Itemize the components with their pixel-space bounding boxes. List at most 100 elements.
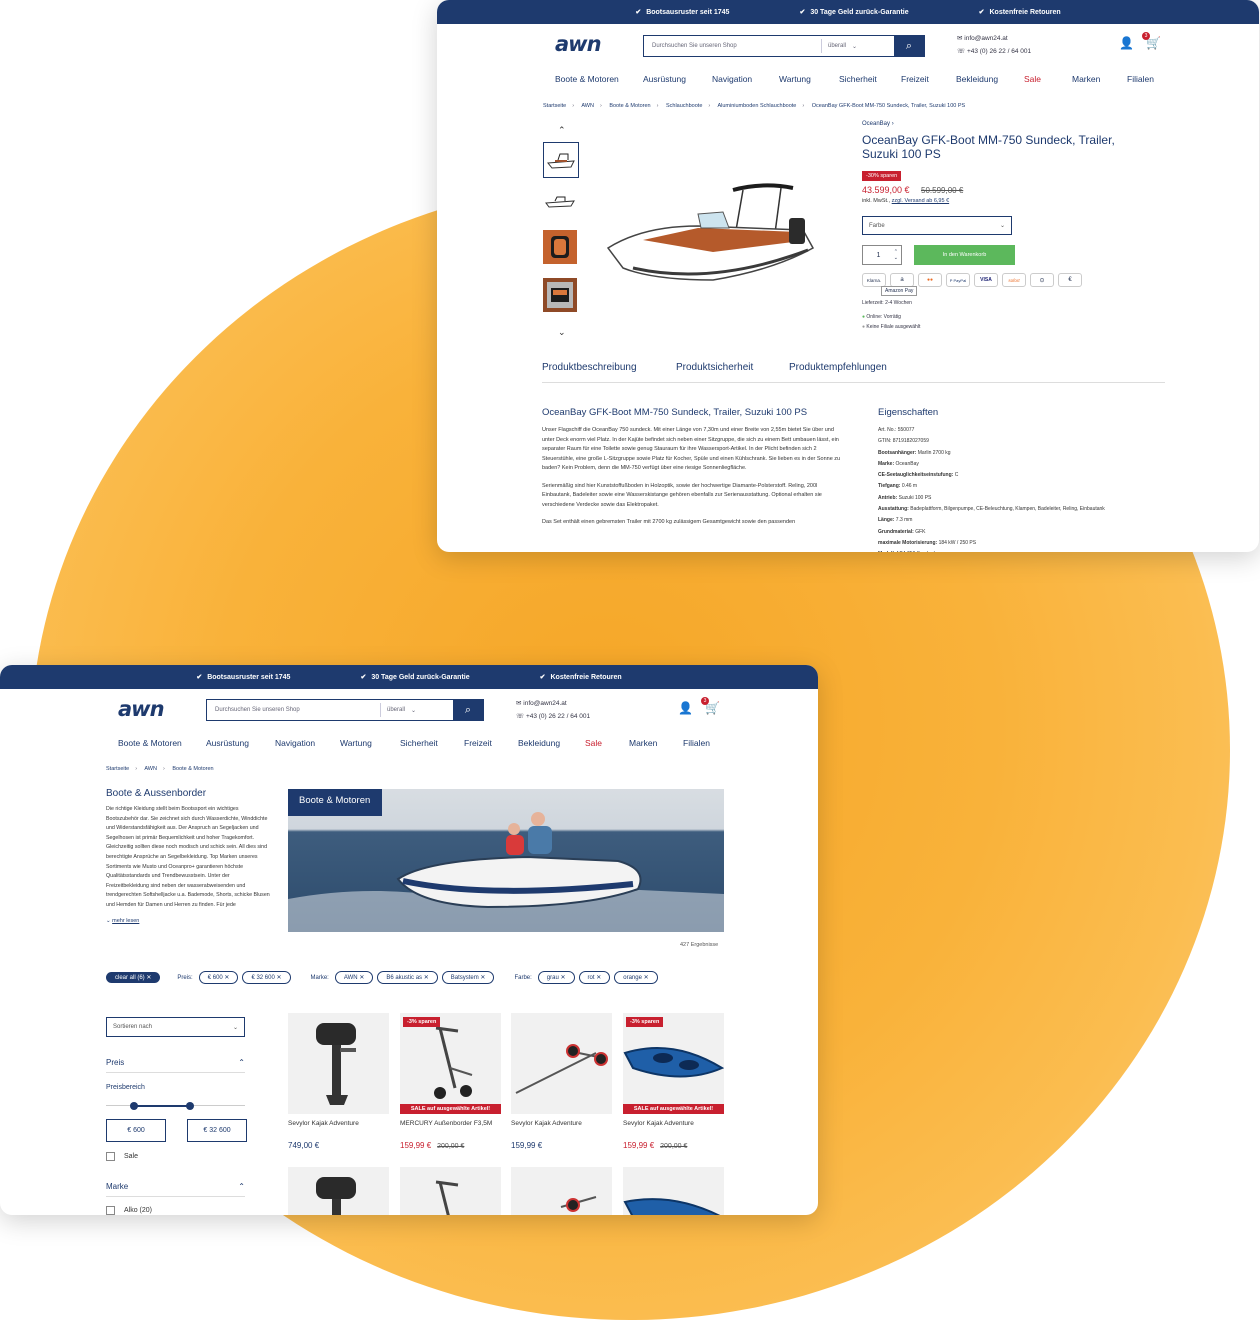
brand-filter-header[interactable]: Marke ⌃ (106, 1182, 245, 1197)
breadcrumb-item[interactable]: AWN (581, 103, 594, 109)
chevron-down-icon[interactable]: ⌄ (558, 327, 566, 338)
sort-select[interactable]: Sortieren nach ⌄ (106, 1017, 245, 1037)
nav-item[interactable]: Freizeit (901, 74, 956, 84)
logo[interactable]: awn (555, 32, 602, 56)
product-card[interactable] (511, 1167, 612, 1215)
price-min-field[interactable]: € 600 (106, 1119, 166, 1142)
phone-link[interactable]: +43 (0) 26 22 / 64 001 (526, 713, 590, 720)
filter-chip[interactable]: grau ✕ (537, 971, 575, 984)
breadcrumb-item[interactable]: Boote & Motoren (609, 103, 650, 109)
product-name[interactable]: MERCURY Außenborder F3,5M (400, 1120, 501, 1127)
search-scope-select[interactable]: überall ⌄ (380, 703, 453, 717)
product-card[interactable]: -3% sparen SALE auf ausgewählte Artikel!… (400, 1013, 501, 1150)
breadcrumb-item[interactable]: Schlauchboote (666, 103, 702, 109)
thumbnail[interactable] (543, 185, 577, 219)
contact-info: ✉ info@awn24.at ☏ +43 (0) 26 22 / 64 001 (516, 697, 590, 723)
cart-icon[interactable]: 🛒 3 (700, 697, 720, 715)
search-button[interactable]: ⌕ (894, 36, 924, 56)
email-link[interactable]: info@awn24.at (964, 35, 1007, 42)
product-card[interactable] (288, 1167, 389, 1215)
user-icon[interactable]: 👤 (678, 701, 693, 715)
nav-item[interactable]: Marken (1072, 74, 1127, 84)
nav-item[interactable]: Freizeit (464, 738, 518, 748)
product-image[interactable] (288, 1167, 389, 1215)
nav-item[interactable]: Boote & Motoren (118, 738, 206, 748)
thumbnail[interactable] (543, 230, 577, 264)
breadcrumb-item[interactable]: AWN (144, 766, 157, 772)
product-image[interactable]: -3% sparen SALE auf ausgewählte Artikel! (400, 1013, 501, 1114)
search-input[interactable]: Durchsuchen Sie unseren Shop (207, 707, 380, 713)
nav-item[interactable]: Marken (629, 738, 683, 748)
tab-safety[interactable]: Produktsicherheit (676, 362, 789, 382)
thumbnail[interactable] (543, 278, 577, 312)
cart-icon[interactable]: 🛒 3 (1141, 32, 1161, 50)
decrease-icon[interactable]: ⌄ (894, 255, 898, 261)
shipping-link[interactable]: zzgl. Versand ab 6,95 € (892, 198, 949, 204)
sale-checkbox[interactable]: Sale (106, 1152, 138, 1161)
nav-item[interactable]: Navigation (712, 74, 779, 84)
search-scope-select[interactable]: überall ⌄ (821, 39, 894, 53)
brand-checkbox[interactable]: Alko (20) (106, 1206, 152, 1215)
product-card[interactable]: -3% sparen SALE auf ausgewählte Artikel!… (623, 1013, 725, 1150)
product-card[interactable]: Sevylor Kajak Adventure 159,99 € (511, 1013, 612, 1150)
product-name[interactable]: Sevylor Kajak Adventure (511, 1120, 612, 1127)
read-more-link[interactable]: ⌄ mehr lesen (106, 918, 139, 924)
nav-item[interactable]: Bekleidung (518, 738, 585, 748)
nav-item-sale[interactable]: Sale (585, 738, 629, 748)
tab-recommendations[interactable]: Produktempfehlungen (789, 362, 887, 382)
clear-all-button[interactable]: clear all (6) ✕ (106, 972, 161, 983)
breadcrumb-item[interactable]: Startseite (106, 766, 129, 772)
nav-item[interactable]: Ausrüstung (206, 738, 275, 748)
product-image[interactable] (623, 1167, 724, 1215)
product-name[interactable]: Sevylor Kajak Adventure (288, 1120, 389, 1127)
filter-chip[interactable]: B6 akustic as ✕ (377, 971, 438, 984)
phone-link[interactable]: +43 (0) 26 22 / 64 001 (967, 48, 1031, 55)
email-link[interactable]: info@awn24.at (523, 700, 566, 707)
product-image[interactable] (288, 1013, 389, 1114)
product-card[interactable] (400, 1167, 501, 1215)
breadcrumb-item[interactable]: Startseite (543, 103, 566, 109)
nav-item-sale[interactable]: Sale (1024, 74, 1072, 84)
price-filter-header[interactable]: Preis ⌃ (106, 1058, 245, 1073)
quantity-value[interactable]: 1 (863, 252, 894, 259)
product-name[interactable]: Sevylor Kajak Adventure (623, 1120, 724, 1127)
product-card[interactable] (623, 1167, 724, 1215)
chevron-up-icon[interactable]: ⌃ (558, 125, 566, 136)
nav-item[interactable]: Sicherheit (839, 74, 901, 84)
thumbnail[interactable] (543, 142, 579, 178)
filter-chip[interactable]: € 600 ✕ (198, 971, 239, 984)
nav-item[interactable]: Filialen (1127, 74, 1167, 84)
search-input[interactable]: Durchsuchen Sie unseren Shop (644, 43, 821, 49)
brand-link[interactable]: OceanBay (862, 121, 890, 127)
product-image[interactable] (511, 1167, 612, 1215)
product-card[interactable]: Sevylor Kajak Adventure 749,00 € (288, 1013, 389, 1150)
price-max-field[interactable]: € 32 600 (187, 1119, 247, 1142)
quantity-stepper[interactable]: 1 ⌃ ⌄ (862, 245, 902, 265)
nav-item[interactable]: Bekleidung (956, 74, 1024, 84)
nav-item[interactable]: Ausrüstung (643, 74, 712, 84)
product-image[interactable]: -3% sparen SALE auf ausgewählte Artikel! (623, 1013, 725, 1114)
filter-chip[interactable]: orange ✕ (614, 971, 658, 984)
nav-item[interactable]: Sicherheit (400, 738, 464, 748)
nav-item[interactable]: Wartung (340, 738, 400, 748)
search-button[interactable]: ⌕ (453, 700, 483, 720)
nav-item[interactable]: Boote & Motoren (555, 74, 643, 84)
category-hero-image[interactable]: Boote & Motoren (288, 789, 724, 932)
filter-chip[interactable]: € 32 600 ✕ (242, 971, 291, 984)
tab-description[interactable]: Produktbeschreibung (542, 362, 676, 382)
add-to-cart-button[interactable]: In den Warenkorb (914, 245, 1015, 265)
nav-item[interactable]: Wartung (779, 74, 839, 84)
product-image[interactable] (400, 1167, 501, 1215)
product-image[interactable] (511, 1013, 612, 1114)
nav-item[interactable]: Filialen (683, 738, 723, 748)
filter-chip[interactable]: AWN ✕ (334, 971, 374, 984)
price-slider-min-handle[interactable] (130, 1102, 138, 1110)
filter-chip[interactable]: Batsystem ✕ (441, 971, 495, 984)
logo[interactable]: awn (118, 697, 165, 721)
color-select[interactable]: Farbe ⌄ (862, 216, 1012, 235)
user-icon[interactable]: 👤 (1119, 36, 1134, 50)
filter-chip[interactable]: rot ✕ (578, 971, 611, 984)
breadcrumb-item[interactable]: Aluminiumboden Schlauchboote (717, 103, 796, 109)
price-slider-max-handle[interactable] (186, 1102, 194, 1110)
product-image[interactable] (603, 178, 818, 293)
